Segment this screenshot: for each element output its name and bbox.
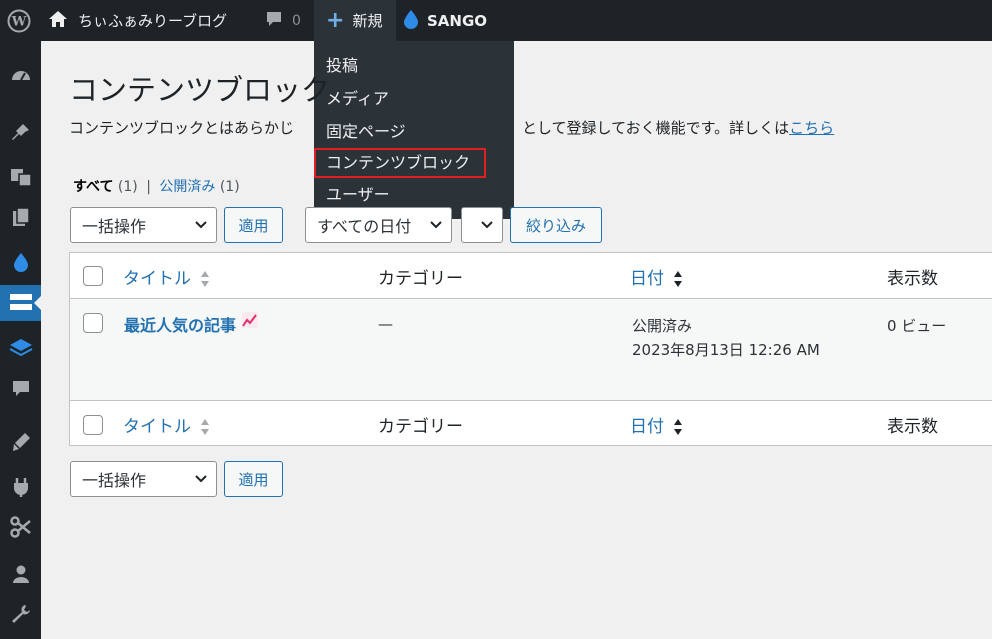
apply-button-bottom[interactable]: 適用 [224, 461, 283, 497]
sango-drop-icon [403, 9, 419, 33]
settings-wrench-icon[interactable] [0, 596, 41, 632]
column-category-footer: カテゴリー [378, 417, 463, 437]
pin-icon[interactable] [0, 114, 41, 150]
row-title-link[interactable]: 最近人気の記事 [124, 316, 236, 335]
row-views: 0 ビュー [887, 317, 947, 335]
page-description-part1: コンテンツブロックとはあらかじ [69, 119, 295, 137]
layers-icon[interactable] [0, 329, 41, 365]
sango-link[interactable]: SANGO [403, 0, 487, 41]
filter-all-count: (1) [117, 179, 138, 195]
column-views-header: 表示数 [887, 269, 938, 289]
home-icon [48, 9, 68, 33]
sort-icon [674, 419, 683, 435]
trending-chart-icon [242, 312, 259, 328]
comments-link[interactable]: 0 [264, 0, 301, 41]
bulk-action-label-bottom: 一括操作 [82, 471, 147, 490]
column-date-footer-label: 日付 [630, 417, 664, 437]
filter-published-link[interactable]: 公開済み [159, 179, 215, 195]
select-all-checkbox[interactable] [83, 266, 103, 286]
sort-icon [201, 271, 210, 287]
category-filter-select[interactable] [461, 207, 503, 243]
bulk-action-select-bottom[interactable]: 一括操作 [70, 461, 217, 497]
row-title-cell: 最近人気の記事 [124, 312, 259, 336]
main-content: コンテンツブロック コンテンツブロックとはあらかじ として登録しておく機能です。… [41, 41, 992, 639]
row-date: 2023年8月13日 12:26 AM [632, 341, 820, 359]
table-footer-row: タイトル カテゴリー 日付 表示数 [70, 400, 992, 446]
details-link[interactable]: こちら [789, 119, 834, 137]
table-row: 最近人気の記事 — 公開済み 2023年8月13日 12:26 AM 0 ビュー [70, 299, 992, 400]
sango-menu-icon[interactable] [0, 244, 41, 280]
chevron-down-icon [195, 221, 207, 229]
users-icon[interactable] [0, 556, 41, 592]
comment-count: 0 [292, 12, 301, 29]
wordpress-logo-icon[interactable]: W [0, 0, 38, 41]
filter-all-link[interactable]: すべて [73, 179, 113, 195]
apply-button-top[interactable]: 適用 [224, 207, 283, 243]
new-content-button[interactable]: + 新規 [314, 0, 396, 41]
column-date-header[interactable]: 日付 [630, 264, 683, 289]
sango-label: SANGO [427, 11, 488, 30]
filter-separator: | [146, 179, 151, 195]
svg-text:W: W [11, 14, 27, 29]
filter-published-count: (1) [219, 179, 240, 195]
column-category-header: カテゴリー [378, 269, 463, 289]
status-filter-links: すべて (1) | 公開済み (1) [73, 176, 240, 196]
content-block-table: タイトル カテゴリー 日付 表示数 最近人気の記事 — 公開済み 2023年8月… [69, 252, 992, 446]
column-title-footer[interactable]: タイトル [123, 412, 210, 437]
sort-icon [201, 419, 210, 435]
page-title: コンテンツブロック [69, 73, 331, 107]
chevron-down-icon [430, 221, 442, 229]
column-date-footer[interactable]: 日付 [630, 412, 683, 437]
select-all-checkbox-bottom[interactable] [83, 415, 103, 435]
admin-bar: W ちぃふぁみりーブログ 0 + 新規 SANGO [0, 0, 992, 41]
new-content-label: 新規 [352, 12, 383, 30]
bulk-action-label: 一括操作 [82, 217, 147, 236]
comment-bubble-icon [264, 9, 284, 33]
media-icon[interactable] [0, 159, 41, 195]
site-name-label: ちぃふぁみりーブログ [78, 12, 228, 30]
page-description: コンテンツブロックとはあらかじ として登録しておく機能です。詳しくはこちら [69, 117, 834, 138]
comments-icon[interactable] [0, 371, 41, 407]
page-description-part2: として登録しておく機能です。詳しくは [522, 119, 790, 137]
column-title-label: タイトル [123, 269, 191, 289]
content-block-icon[interactable] [0, 285, 41, 321]
column-title-footer-label: タイトル [123, 417, 191, 437]
date-filter-select[interactable]: すべての日付 [305, 207, 452, 243]
all-dates-label: すべての日付 [317, 217, 412, 236]
chevron-down-icon [481, 221, 493, 229]
table-header-row: タイトル カテゴリー 日付 表示数 [70, 253, 992, 299]
row-checkbox[interactable] [83, 313, 103, 333]
column-title-header[interactable]: タイトル [123, 264, 210, 289]
site-name-link[interactable]: ちぃふぁみりーブログ [48, 0, 227, 41]
chevron-down-icon [195, 475, 207, 483]
row-category: — [378, 315, 393, 333]
plugins-icon[interactable] [0, 469, 41, 505]
admin-sidebar [0, 41, 41, 639]
column-views-footer: 表示数 [887, 417, 938, 437]
tools-scissors-icon[interactable] [0, 509, 41, 545]
plus-icon: + [326, 8, 345, 33]
row-status: 公開済み [632, 317, 693, 335]
sort-icon [674, 271, 683, 287]
dashboard-icon[interactable] [0, 58, 41, 94]
filter-button[interactable]: 絞り込み [510, 207, 602, 243]
bulk-action-select-top[interactable]: 一括操作 [70, 207, 217, 243]
appearance-icon[interactable] [0, 424, 41, 460]
column-date-label: 日付 [630, 269, 664, 289]
pages-icon[interactable] [0, 199, 41, 235]
